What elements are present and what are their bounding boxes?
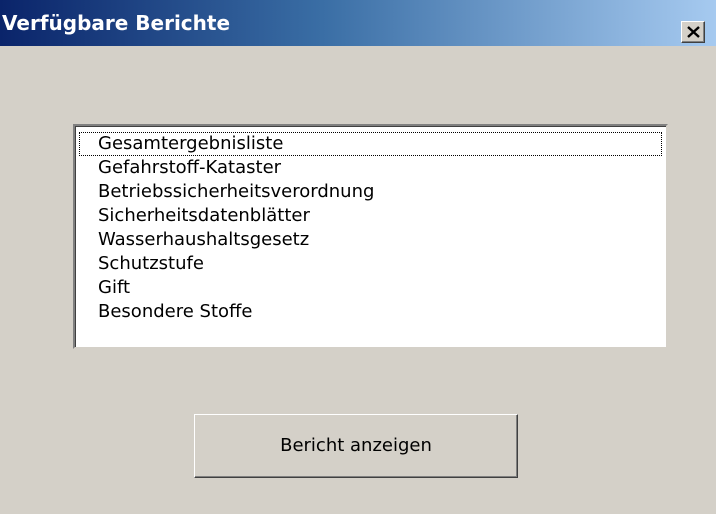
report-list-items: Gesamtergebnisliste Gefahrstoff-Kataster… — [79, 132, 662, 324]
report-list-item[interactable]: Gift — [79, 276, 662, 300]
window-title: Verfügbare Berichte — [2, 11, 231, 35]
report-list-item[interactable]: Betriebssicherheitsverordnung — [79, 180, 662, 204]
report-list-item[interactable]: Gesamtergebnisliste — [79, 132, 662, 156]
close-icon — [687, 26, 700, 38]
report-list-item[interactable]: Gefahrstoff-Kataster — [79, 156, 662, 180]
title-bar[interactable]: Verfügbare Berichte — [0, 0, 716, 46]
close-button[interactable] — [681, 21, 705, 43]
report-list-item[interactable]: Schutzstufe — [79, 252, 662, 276]
report-dialog: Verfügbare Berichte Gesamtergebnisliste … — [0, 0, 716, 516]
report-list-item[interactable]: Sicherheitsdatenblätter — [79, 204, 662, 228]
report-list-item[interactable]: Wasserhaushaltsgesetz — [79, 228, 662, 252]
report-listbox[interactable]: Gesamtergebnisliste Gefahrstoff-Kataster… — [73, 124, 668, 349]
show-report-button[interactable]: Bericht anzeigen — [194, 414, 518, 478]
report-list-item[interactable]: Besondere Stoffe — [79, 300, 662, 324]
